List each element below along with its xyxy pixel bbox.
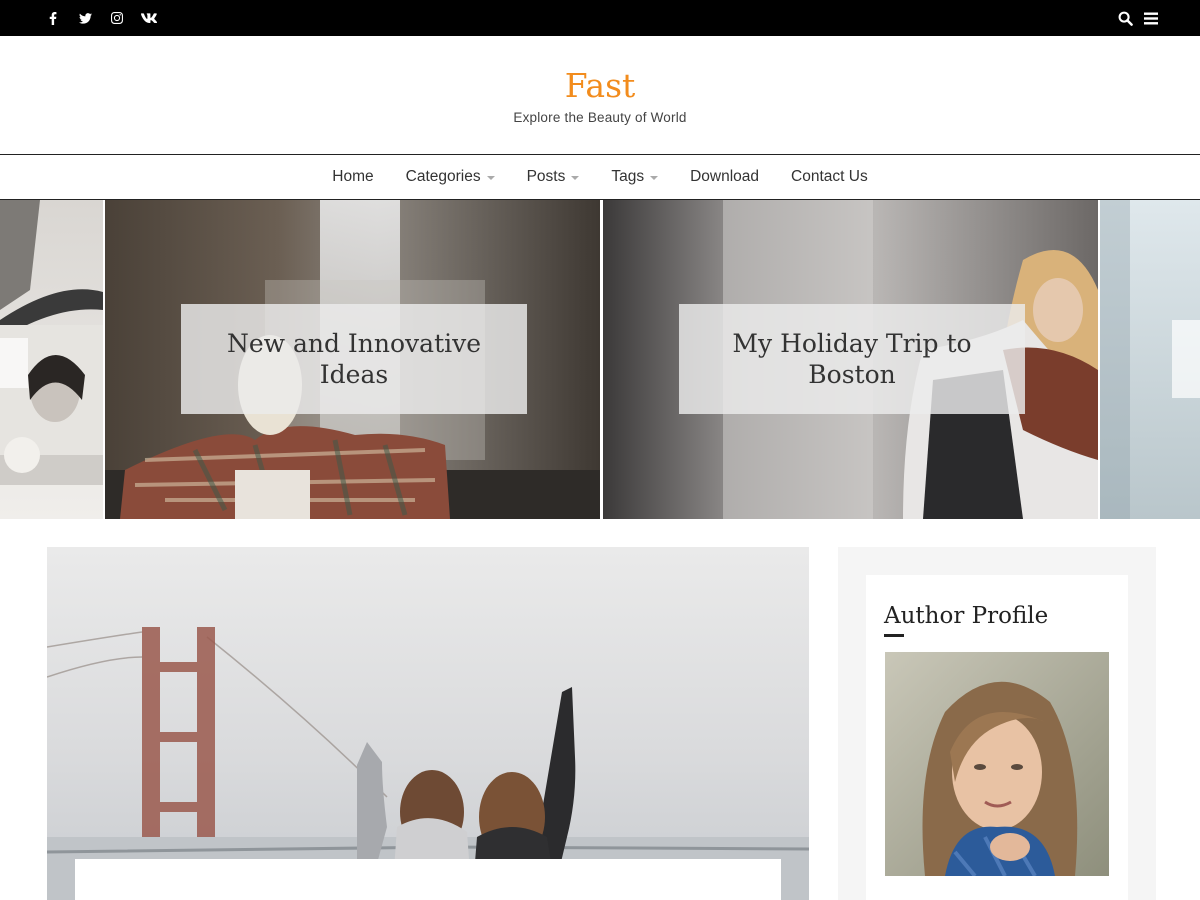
post-card: [75, 859, 781, 900]
widget-title-underline: [884, 634, 904, 637]
slide-2[interactable]: My Holiday Trip to Boston: [603, 200, 1098, 519]
nav-item-posts[interactable]: Posts: [527, 168, 580, 186]
slide-caption-text: My Holiday Trip to Boston: [732, 329, 972, 389]
slide-caption-text: New and Innovative Ideas: [226, 329, 482, 389]
nav-item-label: Download: [690, 168, 760, 185]
slide-image-partial-left[interactable]: [0, 200, 103, 519]
site-title[interactable]: Fast: [0, 66, 1200, 106]
nav-item-download[interactable]: Download: [690, 168, 759, 186]
vk-icon[interactable]: [140, 9, 158, 27]
instagram-icon[interactable]: [108, 9, 126, 27]
caret-down-icon: [486, 176, 495, 180]
nav-item-label: Contact Us: [791, 168, 868, 185]
sidebar: Author Profile: [838, 547, 1156, 900]
nav-item-label: Tags: [611, 168, 645, 185]
twitter-icon[interactable]: [76, 9, 94, 27]
menu-icon[interactable]: [1142, 9, 1160, 27]
slide-image-partial-right[interactable]: [1100, 200, 1200, 519]
facebook-icon[interactable]: [44, 9, 62, 27]
caret-down-icon: [571, 176, 580, 180]
featured-slider: New and Innovative Ideas My Holiday Trip…: [0, 200, 1200, 519]
slide-1[interactable]: New and Innovative Ideas: [105, 200, 600, 519]
author-photo[interactable]: [885, 652, 1109, 876]
site-description: Explore the Beauty of World: [513, 110, 687, 125]
caret-down-icon: [650, 176, 659, 180]
nav-item-tags[interactable]: Tags: [611, 168, 659, 186]
top-bar: [0, 0, 1200, 36]
slide-caption[interactable]: My Holiday Trip to Boston: [679, 304, 1025, 414]
nav-item-label: Categories: [405, 168, 481, 185]
top-actions: [1116, 0, 1160, 36]
main-navigation: Home Categories Posts Tags Download Cont…: [0, 154, 1200, 200]
slider-next-button[interactable]: [1172, 320, 1200, 398]
social-links: [44, 0, 158, 36]
search-icon[interactable]: [1116, 9, 1134, 27]
widget-title: Author Profile: [884, 603, 1049, 629]
slider-prev-button[interactable]: [0, 338, 28, 388]
author-profile-widget: Author Profile: [866, 575, 1128, 900]
slide-caption[interactable]: New and Innovative Ideas: [181, 304, 527, 414]
nav-item-contact-us[interactable]: Contact Us: [791, 168, 868, 186]
nav-item-label: Home: [332, 168, 374, 185]
nav-item-home[interactable]: Home: [332, 168, 373, 186]
nav-item-label: Posts: [526, 168, 566, 185]
nav-item-categories[interactable]: Categories: [406, 168, 495, 186]
site-branding: Fast Explore the Beauty of World: [0, 36, 1200, 154]
post-featured-image[interactable]: [47, 547, 809, 900]
